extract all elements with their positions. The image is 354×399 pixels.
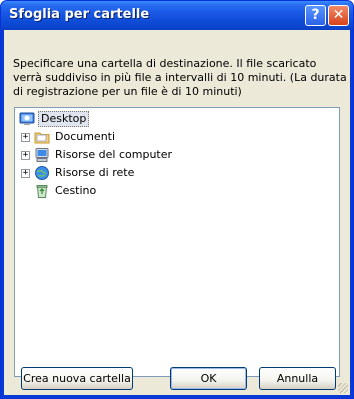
folder-icon: [34, 132, 50, 144]
browse-folder-dialog: Sfoglia per cartelle ? ✕ Specificare una…: [0, 0, 354, 399]
dialog-body: Specificare una cartella di destinazione…: [4, 30, 350, 395]
tree-item-risorse-del-computer[interactable]: Risorse del computer: [34, 147, 214, 163]
network-icon: [35, 166, 49, 180]
expand-toggle[interactable]: +: [21, 169, 30, 178]
expand-toggle[interactable]: +: [21, 151, 30, 160]
tree-item-label: Risorse di rete: [55, 166, 135, 179]
tree-item-cestino[interactable]: Cestino: [34, 183, 154, 199]
recycle-bin-icon: [36, 185, 48, 198]
close-button[interactable]: ✕: [328, 5, 349, 26]
help-button[interactable]: ?: [305, 5, 326, 26]
tree-item-label: Risorse del computer: [55, 148, 173, 161]
title-bar[interactable]: Sfoglia per cartelle ? ✕: [1, 1, 353, 30]
cancel-button[interactable]: Annulla: [259, 367, 336, 390]
instruction-line: verrà suddiviso in più file a intervalli…: [13, 71, 347, 84]
tree-item-label: Documenti: [55, 130, 116, 143]
tree-item-risorse-di-rete[interactable]: Risorse di rete: [34, 165, 194, 181]
instruction-text: Specificare una cartella di destinazione…: [13, 57, 347, 99]
instruction-line: Specificare una cartella di destinazione…: [13, 57, 317, 70]
tree-item-label: Desktop: [38, 111, 90, 127]
ok-button[interactable]: OK: [170, 367, 247, 390]
tree-item-documenti[interactable]: Documenti: [34, 129, 174, 145]
tree-item-desktop[interactable]: Desktop: [19, 111, 139, 127]
tree-item-label: Cestino: [55, 184, 97, 197]
resize-grip[interactable]: [338, 383, 348, 393]
computer-icon: [35, 148, 49, 162]
window-title: Sfoglia per cartelle: [9, 7, 150, 22]
expand-toggle[interactable]: +: [21, 133, 30, 142]
new-folder-button[interactable]: Crea nuova cartella: [21, 367, 133, 390]
instruction-line: di registrazione per un file è di 10 min…: [13, 85, 242, 98]
desktop-icon: [19, 112, 35, 125]
folder-tree[interactable]: Desktop + Documenti + Risorse del comput…: [14, 107, 340, 377]
